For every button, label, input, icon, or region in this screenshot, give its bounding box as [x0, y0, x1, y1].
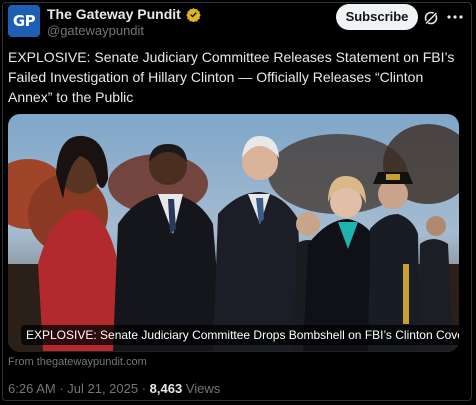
- avatar-logo-text: GP: [12, 12, 36, 30]
- more-options-icon[interactable]: [446, 14, 464, 20]
- link-card-image[interactable]: EXPLOSIVE: Senate Judiciary Committee Dr…: [8, 114, 459, 352]
- views-label: Views: [185, 381, 221, 396]
- account-handle[interactable]: @gatewaypundit: [47, 23, 144, 38]
- verified-badge-icon: [186, 7, 201, 22]
- link-source[interactable]: From thegatewaypundit.com: [8, 356, 147, 368]
- grok-icon[interactable]: [423, 10, 439, 26]
- meta-separator: ·: [55, 381, 68, 396]
- views-count[interactable]: 8,463: [150, 381, 183, 396]
- tweet-meta: 6:26 AM · Jul 21, 2025 · 8,463 Views: [8, 381, 220, 396]
- meta-separator-2: ·: [138, 381, 150, 396]
- account-name[interactable]: The Gateway Pundit: [47, 6, 181, 22]
- account-name-row[interactable]: The Gateway Pundit: [47, 5, 201, 23]
- tweet-text: EXPLOSIVE: Senate Judiciary Committee Re…: [8, 49, 455, 105]
- avatar[interactable]: GP: [8, 5, 40, 37]
- subscribe-button[interactable]: Subscribe: [336, 4, 418, 30]
- tweet-date[interactable]: Jul 21, 2025: [67, 381, 138, 396]
- link-card-caption[interactable]: EXPLOSIVE: Senate Judiciary Committee Dr…: [21, 325, 459, 345]
- tweet-time[interactable]: 6:26 AM: [8, 381, 56, 396]
- photo-scene: [8, 114, 459, 352]
